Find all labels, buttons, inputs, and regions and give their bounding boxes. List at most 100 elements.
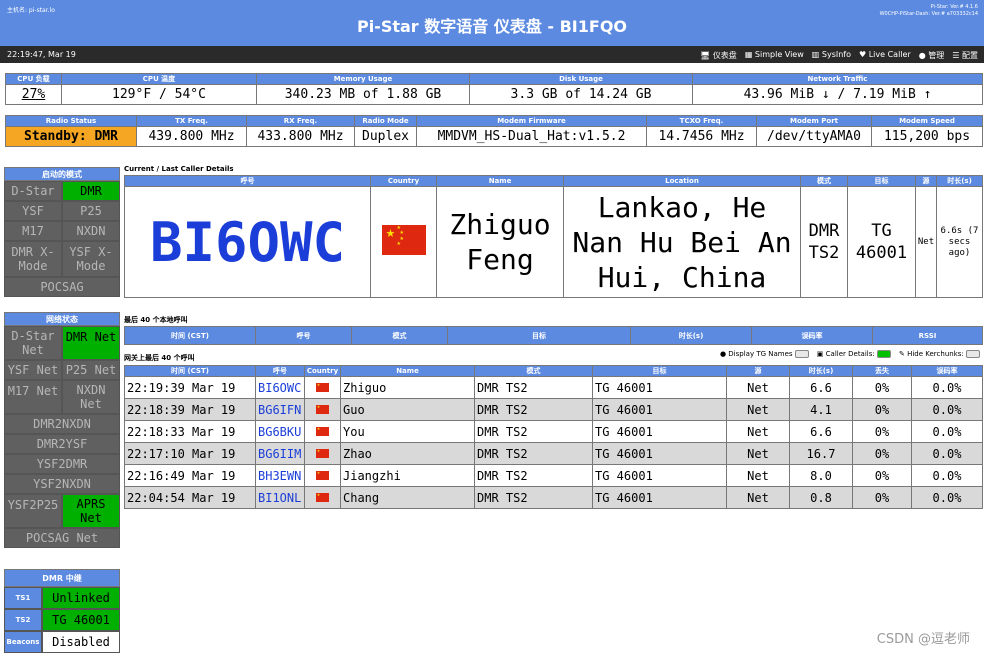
nav-config-link[interactable]: ☰ 配置 <box>952 50 978 61</box>
china-flag-icon: ★ <box>316 470 329 480</box>
current-source: Net <box>915 186 937 298</box>
local-rssi-header: RSSI <box>872 326 983 345</box>
row-callsign[interactable]: BI1ONL <box>255 486 305 509</box>
row-mode: DMR TS2 <box>474 376 593 399</box>
current-callsign[interactable]: BI6OWC <box>124 186 371 298</box>
gw-ber-header: 误码率 <box>911 365 983 377</box>
rx-freq-header: RX Freq. <box>246 115 355 127</box>
row-country: ★ <box>304 420 341 443</box>
row-source: Net <box>726 486 790 509</box>
row-country: ★ <box>304 442 341 465</box>
row-ber: 0.0% <box>911 486 983 509</box>
row-callsign[interactable]: BG6IFN <box>255 398 305 421</box>
row-source: Net <box>726 376 790 399</box>
radio-mode-value: Duplex <box>354 126 417 147</box>
row-duration: 6.6 <box>789 420 853 443</box>
net-p25: P25 Net <box>62 360 120 380</box>
nav-live-caller-link[interactable]: ♥ Live Caller <box>859 50 911 61</box>
hide-kerchunks-toggle[interactable]: ✎ Hide Kerchunks: <box>899 350 980 358</box>
row-source: Net <box>726 398 790 421</box>
row-callsign[interactable]: BH3EWN <box>255 464 305 487</box>
tcxo-freq-value: 14.7456 MHz <box>646 126 757 147</box>
row-ber: 0.0% <box>911 442 983 465</box>
gateway-toggles: ● Display TG Names ▣ Caller Details: ✎ H… <box>720 350 980 358</box>
local-ber-header: 误码率 <box>751 326 873 345</box>
current-location: Lankao, He Nan Hu Bei An Hui, China <box>563 186 801 298</box>
cur-source-header: 源 <box>915 175 937 187</box>
display-tg-names-toggle[interactable]: ● Display TG Names <box>720 350 809 358</box>
gw-name-header: Name <box>340 365 475 377</box>
china-flag-icon: ★ <box>316 492 329 502</box>
row-name: Zhiguo <box>340 376 475 399</box>
net-ysf2p25: YSF2P25 <box>4 494 62 528</box>
gateway-calls-table: 时间 (CST) 呼号 Country Name 模式 目标 源 时长(s) 丢… <box>124 365 983 509</box>
net-ysf: YSF Net <box>4 360 62 380</box>
cur-country-header: Country <box>370 175 437 187</box>
net-aprs: APRS Net <box>62 494 120 528</box>
row-country: ★ <box>304 376 341 399</box>
radio-mode-header: Radio Mode <box>354 115 417 127</box>
gw-source-header: 源 <box>726 365 790 377</box>
row-ber: 0.0% <box>911 464 983 487</box>
gw-duration-header: 时长(s) <box>789 365 853 377</box>
nav-dashboard-link[interactable]: 🖥 仪表盘 <box>700 50 737 61</box>
mode-dmr-xmode: DMR X-Mode <box>4 241 62 277</box>
row-loss: 0% <box>852 420 912 443</box>
row-source: Net <box>726 442 790 465</box>
local-time-header: 时间 (CST) <box>124 326 256 345</box>
current-target: TG 46001 <box>847 186 916 298</box>
mode-dmr: DMR <box>62 181 120 201</box>
cpu-temp-header: CPU 温度 <box>61 73 257 85</box>
network-traffic-value: 43.96 MiB ↓ / 7.19 MiB ↑ <box>692 84 983 105</box>
network-panel: 网络状态 D-Star Net DMR Net YSF Net P25 Net … <box>4 312 120 548</box>
china-flag-icon: ★ <box>316 382 329 392</box>
ts1-value: Unlinked <box>42 587 120 609</box>
modem-speed-header: Modem Speed <box>871 115 983 127</box>
net-dmr2ysf: DMR2YSF <box>4 434 120 454</box>
row-loss: 0% <box>852 398 912 421</box>
row-name: Zhao <box>340 442 475 465</box>
row-target: TG 46001 <box>592 420 727 443</box>
table-row: 22:19:39 Mar 19 BI6OWC ★ Zhiguo DMR TS2 TG 46… <box>124 376 983 399</box>
cur-name-header: Name <box>436 175 564 187</box>
mode-p25: P25 <box>62 201 120 221</box>
caller-details-toggle[interactable]: ▣ Caller Details: <box>817 350 891 358</box>
memory-header: Memory Usage <box>256 73 470 85</box>
row-callsign[interactable]: BG6BKU <box>255 420 305 443</box>
row-name: Chang <box>340 486 475 509</box>
row-target: TG 46001 <box>592 442 727 465</box>
cur-target-header: 目标 <box>847 175 916 187</box>
row-time: 22:04:54 Mar 19 <box>124 486 256 509</box>
row-country: ★ <box>304 464 341 487</box>
row-mode: DMR TS2 <box>474 486 593 509</box>
modem-speed-value: 115,200 bps <box>871 126 983 147</box>
net-dstar: D-Star Net <box>4 326 62 360</box>
net-nxdn: NXDN Net <box>62 380 120 414</box>
cpu-load-value[interactable]: 27% <box>5 84 62 105</box>
radio-status-header: Radio Status <box>5 115 137 127</box>
gw-loss-header: 丢失 <box>852 365 912 377</box>
row-mode: DMR TS2 <box>474 464 593 487</box>
row-name: Jiangzhi <box>340 464 475 487</box>
table-row: 22:18:39 Mar 19 BG6IFN ★ Guo DMR TS2 TG 46001… <box>124 398 983 421</box>
row-mode: DMR TS2 <box>474 420 593 443</box>
cur-location-header: Location <box>563 175 801 187</box>
disk-header: Disk Usage <box>469 73 693 85</box>
gw-target-header: 目标 <box>592 365 727 377</box>
row-source: Net <box>726 464 790 487</box>
nav-simple-view-link[interactable]: ▦ Simple View <box>745 50 804 61</box>
row-callsign[interactable]: BG6IIM <box>255 442 305 465</box>
nav-bar: 22:19:47, Mar 19 🖥 仪表盘 ▦ Simple View ▥ S… <box>0 46 984 63</box>
row-time: 22:16:49 Mar 19 <box>124 464 256 487</box>
current-mode: DMR TS2 <box>800 186 848 298</box>
nav-admin-link[interactable]: ● 管理 <box>919 50 945 61</box>
modem-firmware-header: Modem Firmware <box>416 115 647 127</box>
radio-info-table: Radio Status TX Freq. RX Freq. Radio Mod… <box>5 115 983 147</box>
beacons-value: Disabled <box>42 631 120 653</box>
local-calls-caption: 最后 40 个本地呼叫 <box>124 316 188 324</box>
mode-dstar: D-Star <box>4 181 62 201</box>
nav-sysinfo-link[interactable]: ▥ SysInfo <box>812 50 851 61</box>
china-flag-icon: ★ <box>316 404 329 414</box>
ts1-label: TS1 <box>4 587 42 609</box>
row-callsign[interactable]: BI6OWC <box>255 376 305 399</box>
